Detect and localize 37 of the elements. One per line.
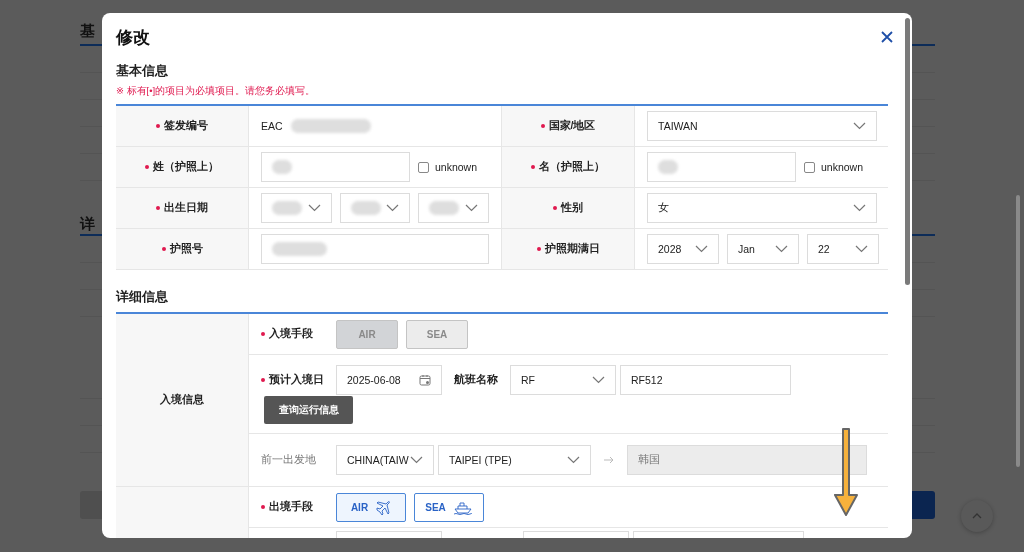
query-button[interactable]: 查询运行信息 (264, 395, 353, 424)
mode-button[interactable]: AIR (336, 492, 406, 522)
unknown-checkbox[interactable]: unknown (418, 161, 478, 173)
group-label: 入境信息 (160, 393, 204, 407)
required-note: ※ 标有[•]的项目为必填项目。请您务必填写。 (116, 85, 317, 98)
select-field[interactable]: Jan (727, 234, 799, 264)
select-field[interactable]: TAIPEI (TPE) (438, 445, 591, 475)
mode-button[interactable]: SEA (414, 492, 484, 522)
section-heading: 基本信息 (116, 62, 169, 80)
field-label: 签发编号 (164, 119, 208, 133)
dialog-title: 修改 (116, 26, 150, 49)
field-label: 性别 (561, 201, 583, 215)
select-field[interactable]: CHINA(TAIW (336, 445, 434, 475)
field-label: 出境手段 (269, 500, 313, 514)
select-field[interactable]: RF (510, 364, 616, 395)
select-field[interactable]: 22 (807, 234, 879, 264)
field-label: 护照期满日 (544, 242, 600, 256)
field-label: 航班名称 (454, 372, 498, 387)
section-heading: 基 (80, 22, 95, 41)
field-label: 预计入境日 (269, 372, 324, 387)
input-field[interactable]: RF512 (620, 364, 791, 395)
field-label: 国家/地区 (548, 119, 596, 133)
field-label: 护照号 (169, 242, 203, 256)
field-label: 前一出发地 (261, 453, 316, 467)
destination-field: 韩国 (627, 445, 867, 475)
select-field[interactable]: 2028 (647, 234, 719, 264)
issue-number: EAC (261, 120, 283, 132)
field-label: 入境手段 (269, 327, 313, 341)
field-label: 姓（护照上） (153, 160, 219, 174)
section-heading: 详 (80, 215, 95, 234)
date-field[interactable]: 2025-06-08 (336, 364, 442, 395)
field-label: 出生日期 (164, 201, 208, 215)
field-label: 名（护照上） (539, 160, 605, 174)
section-heading: 详细信息 (116, 288, 169, 306)
unknown-checkbox[interactable]: unknown (804, 161, 864, 173)
select-field[interactable]: TAIWAN (647, 111, 877, 141)
select-field[interactable]: 女 (647, 193, 877, 223)
